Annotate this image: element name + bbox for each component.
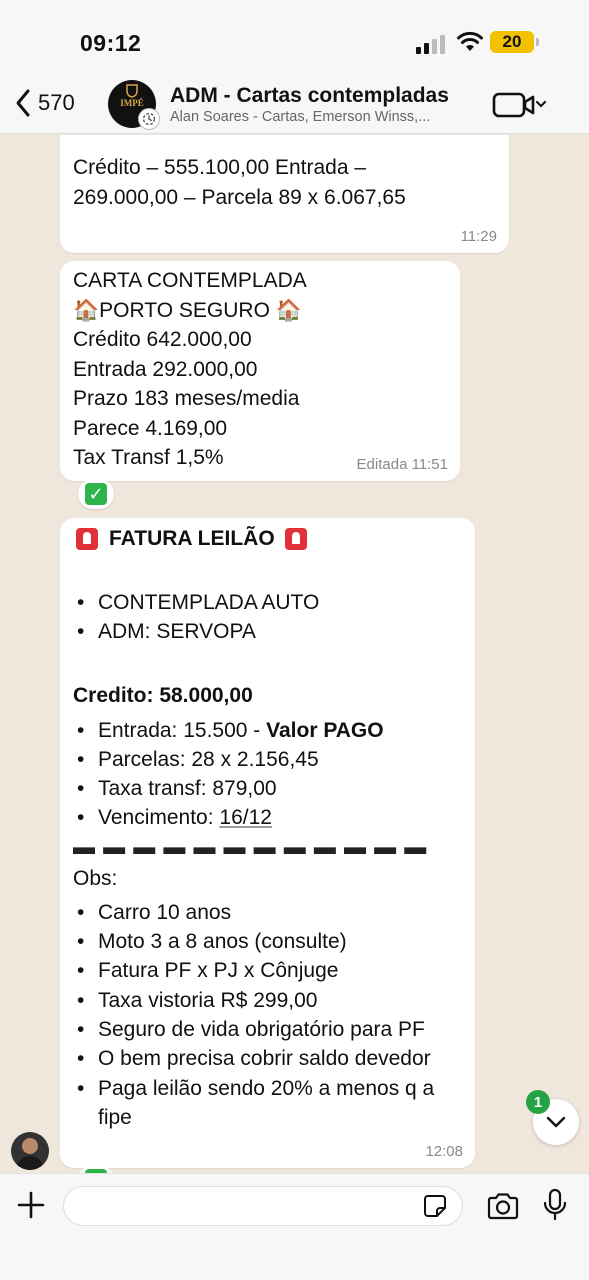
list-item-line: Paga leilão sendo 20% a menos q a (98, 1076, 435, 1100)
bullet-list: CONTEMPLADA AUTO ADM: SERVOPA (73, 588, 468, 647)
microphone-button[interactable] (543, 1188, 567, 1222)
message-line: 269.000,00 – Parcela 89 x 6.067,65 (73, 185, 406, 209)
list-item: Taxa vistoria R$ 299,00 (73, 986, 468, 1016)
chat-header: 570 IMPÉ ADM - Cartas contempladas Alan … (0, 80, 589, 134)
list-item: O bem precisa cobrir saldo devedor (73, 1044, 468, 1074)
list-item: Parcelas: 28 x 2.156,45 (73, 745, 468, 775)
list-item: ADM: SERVOPA (73, 617, 468, 647)
back-button[interactable]: 570 (14, 88, 75, 118)
entrada-label: Entrada: 15.500 - (98, 718, 267, 742)
bullet-list: Entrada: 15.500 - Valor PAGO Parcelas: 2… (73, 716, 468, 833)
message-reaction[interactable]: ✓ (78, 479, 114, 509)
list-item: Taxa transf: 879,00 (73, 774, 468, 804)
bullet-list: Carro 10 anos Moto 3 a 8 anos (consulte)… (73, 898, 468, 1132)
status-bar: 09:12 20 (0, 0, 589, 80)
message-time: 12:08 (425, 1143, 463, 1160)
entrada-paid: Valor PAGO (266, 718, 384, 742)
avatar-logo-text: IMPÉ (120, 98, 144, 108)
check-mark-icon: ✓ (85, 483, 107, 505)
list-item: CONTEMPLADA AUTO (73, 588, 468, 618)
status-time: 09:12 (80, 30, 142, 56)
siren-icon (284, 528, 307, 550)
message-time: 11:29 (460, 228, 497, 245)
list-item: Vencimento: 16/12 (73, 803, 468, 833)
message-line: 🏠PORTO SEGURO 🏠 (73, 298, 302, 322)
list-item: Entrada: 15.500 - Valor PAGO (73, 716, 468, 746)
message-line: Parece 4.169,00 (73, 416, 228, 440)
list-item: Fatura PF x PJ x Cônjuge (73, 956, 468, 986)
composer-bar (0, 1173, 589, 1280)
wifi-icon (457, 31, 483, 51)
message-bubble[interactable]: Crédito – 555.100,00 Entrada – 269.000,0… (60, 135, 509, 253)
message-bubble[interactable]: FATURA LEILÃO CONTEMPLADA AUTO ADM: SERV… (60, 518, 475, 1168)
obs-label: Obs: (73, 866, 118, 890)
date-link[interactable]: 16/12 (219, 806, 272, 829)
camera-button[interactable] (486, 1192, 520, 1220)
list-item: Moto 3 a 8 anos (consulte) (73, 927, 468, 957)
list-item: Carro 10 anos (73, 898, 468, 928)
message-line: Prazo 183 meses/media (73, 387, 300, 410)
battery-indicator: 20 (490, 31, 539, 53)
divider: ▬ ▬ ▬ ▬ ▬ ▬ ▬ ▬ ▬ ▬ ▬ ▬ (73, 833, 428, 859)
crest-icon (126, 84, 138, 98)
message-time: Editada 11:51 (356, 456, 448, 473)
list-item: Seguro de vida obrigatório para PF (73, 1015, 468, 1045)
unread-chats-count: 570 (38, 90, 75, 115)
heading-text: FATURA LEILÃO (109, 527, 275, 550)
attach-button[interactable] (16, 1190, 46, 1220)
cellular-signal-icon (416, 34, 448, 54)
sender-avatar[interactable] (11, 1132, 49, 1170)
chat-title[interactable]: ADM - Cartas contempladas (170, 84, 449, 108)
unread-badge: 1 (526, 1090, 550, 1114)
sticker-button[interactable] (423, 1194, 447, 1218)
message-line: Entrada 292.000,00 (73, 357, 258, 381)
message-line: Crédito – 555.100,00 Entrada – (73, 156, 367, 179)
chat-messages[interactable]: Crédito – 555.100,00 Entrada – 269.000,0… (0, 135, 589, 1173)
message-heading: FATURA LEILÃO (73, 524, 468, 554)
chat-participants[interactable]: Alan Soares - Cartas, Emerson Winss,... (170, 109, 470, 125)
credit-line: Credito: 58.000,00 (73, 683, 253, 707)
community-badge-icon (138, 108, 160, 130)
message-bubble[interactable]: CARTA CONTEMPLADA 🏠PORTO SEGURO 🏠 Crédit… (60, 261, 460, 481)
vencimento-label: Vencimento: (98, 806, 220, 830)
list-item: Paga leilão sendo 20% a menos q a fipe (73, 1074, 468, 1133)
list-item-line: fipe (98, 1105, 132, 1129)
message-line: CARTA CONTEMPLADA (73, 269, 307, 292)
message-line: Tax Transf 1,5% (73, 446, 224, 469)
message-line: Crédito 642.000,00 (73, 328, 252, 351)
chevron-down-icon (546, 1116, 566, 1128)
siren-icon (76, 528, 98, 550)
message-input[interactable] (63, 1186, 463, 1226)
video-call-button[interactable] (492, 90, 548, 120)
chevron-left-icon (16, 89, 30, 117)
